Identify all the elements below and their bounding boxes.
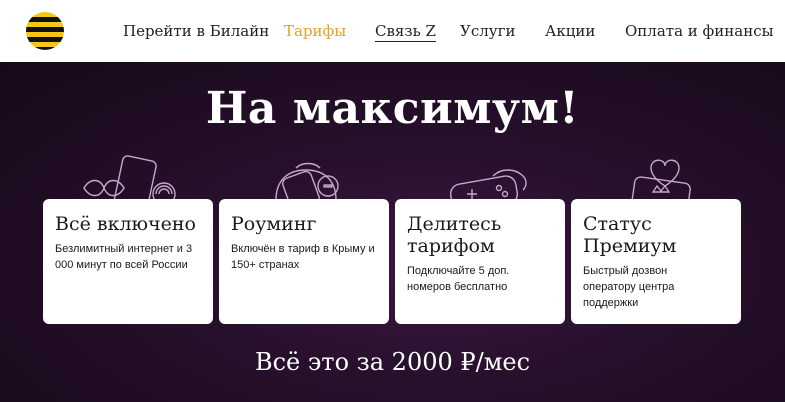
nav-item-promotions[interactable]: Акции [545,21,595,41]
card-description: Быстрый дозвон оператору центра поддержк… [583,265,675,309]
nav-item-services[interactable]: Услуги [460,21,515,41]
card-title: Всё включено [55,213,196,235]
card-title: Делитесь тарифом [407,213,502,257]
card-description: Безлимитный интернет и 3 000 минут по вс… [55,243,193,271]
card-title: Роуминг [231,213,317,235]
main-nav: Перейти в Билайн Тарифы Связь Z Услуги А… [0,0,785,62]
feature-card-roaming[interactable]: Роуминг Включён в тариф в Крыму и 150+ с… [219,199,389,324]
nav-item-svyaz-z[interactable]: Связь Z [375,21,436,42]
feature-card-premium-status[interactable]: Статус Премиум Быстрый дозвон оператору … [571,199,741,324]
card-description: Включён в тариф в Крыму и 150+ странах [231,243,375,271]
card-title: Статус Премиум [583,213,677,257]
nav-item-tariffs[interactable]: Тарифы [284,21,346,41]
price-text: Всё это за 2000 ₽/мес [254,348,531,376]
hero-title: На максимум! [205,83,580,134]
nav-item-payment-finance[interactable]: Оплата и финансы [625,21,774,41]
feature-card-share-tariff[interactable]: Делитесь тарифом Подключайте 5 доп. номе… [395,199,565,324]
card-description: Подключайте 5 доп. номеров бесплатно [407,265,510,293]
feature-card-all-included[interactable]: Всё включено Безлимитный интернет и 3 00… [43,199,213,324]
nav-item-go-to-beeline[interactable]: Перейти в Билайн [123,21,269,41]
site-header: Перейти в Билайн Тарифы Связь Z Услуги А… [0,0,785,62]
